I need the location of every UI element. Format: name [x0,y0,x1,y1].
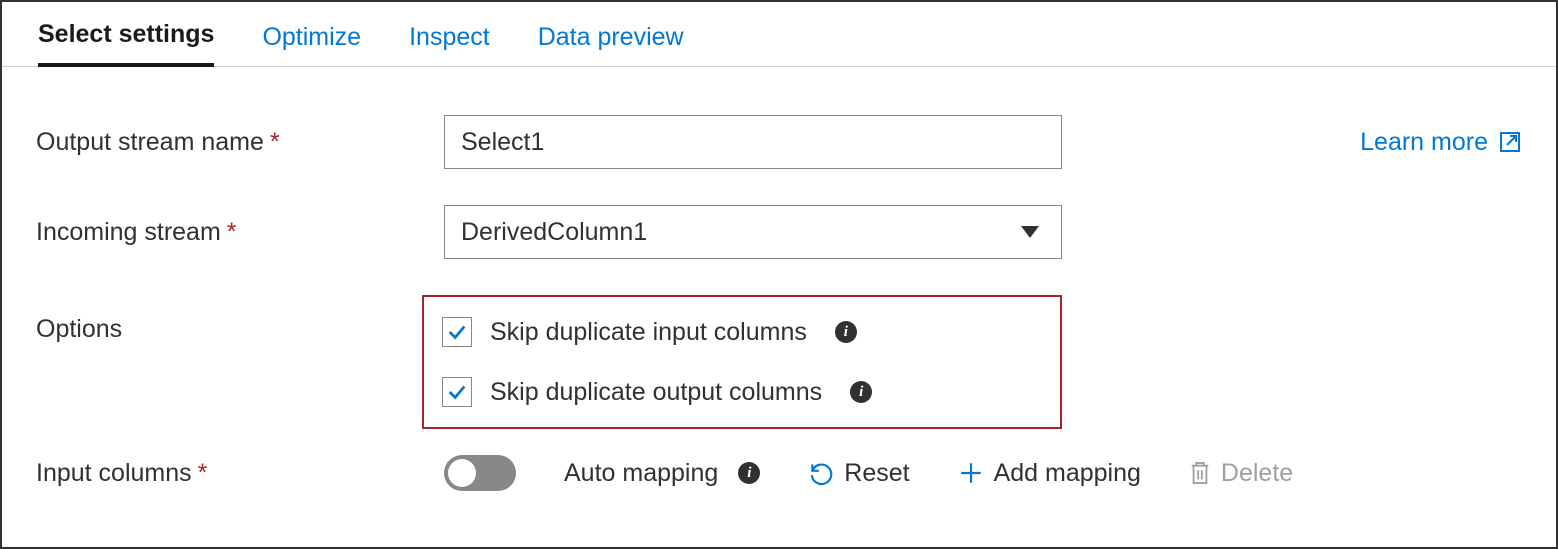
row-output-stream-name: Output stream name* Learn more [36,115,1522,169]
skip-dup-output-checkbox[interactable] [442,377,472,407]
option-label: Skip duplicate output columns [490,378,822,407]
check-icon [446,381,468,403]
plus-icon [958,460,984,486]
tab-bar: Select settings Optimize Inspect Data pr… [2,2,1556,67]
incoming-stream-select[interactable]: DerivedColumn1 [444,205,1062,259]
check-icon [446,321,468,343]
input-columns-actions: Auto mapping i Reset Add mapping [444,455,1293,491]
auto-mapping-label-group: Auto mapping i [564,459,760,488]
label-text: Incoming stream [36,218,221,246]
toggle-knob-icon [448,459,476,487]
option-skip-dup-input: Skip duplicate input columns i [442,317,920,347]
info-icon[interactable]: i [835,321,857,343]
label-output-stream-name: Output stream name* [36,128,444,157]
options-highlight: Skip duplicate input columns i Skip dupl… [422,295,1062,429]
tab-select-settings[interactable]: Select settings [38,20,214,67]
required-asterisk-icon: * [198,459,208,487]
label-text: Input columns [36,459,192,487]
add-mapping-label: Add mapping [994,459,1141,488]
reset-button[interactable]: Reset [808,459,909,488]
learn-more-text: Learn more [1360,128,1488,157]
external-link-icon [1498,130,1522,154]
label-incoming-stream: Incoming stream* [36,218,444,247]
output-stream-name-input[interactable] [444,115,1062,169]
tab-data-preview[interactable]: Data preview [538,23,684,66]
tab-inspect[interactable]: Inspect [409,23,490,66]
select-value: DerivedColumn1 [461,218,647,247]
chevron-down-icon [1021,226,1039,238]
reset-icon [808,460,834,486]
auto-mapping-label: Auto mapping [564,459,718,488]
learn-more-link[interactable]: Learn more [1360,128,1522,157]
option-label: Skip duplicate input columns [490,318,807,347]
form-body: Output stream name* Learn more Incoming … [2,67,1556,491]
label-input-columns: Input columns* [36,459,444,488]
info-icon[interactable]: i [850,381,872,403]
row-incoming-stream: Incoming stream* DerivedColumn1 [36,205,1522,259]
info-icon[interactable]: i [738,462,760,484]
row-options: Options Skip duplicate input columns i [36,295,1522,429]
required-asterisk-icon: * [227,218,237,246]
delete-button[interactable]: Delete [1189,459,1293,488]
label-text: Output stream name [36,128,264,156]
trash-icon [1189,460,1211,486]
reset-label: Reset [844,459,909,488]
option-skip-dup-output: Skip duplicate output columns i [442,377,920,407]
select-settings-panel: Select settings Optimize Inspect Data pr… [0,0,1558,549]
label-options: Options [36,295,444,344]
delete-label: Delete [1221,459,1293,488]
required-asterisk-icon: * [270,128,280,156]
tab-optimize[interactable]: Optimize [262,23,361,66]
label-text: Options [36,315,122,343]
auto-mapping-toggle[interactable] [444,455,516,491]
add-mapping-button[interactable]: Add mapping [958,459,1141,488]
row-input-columns: Input columns* Auto mapping i Reset [36,455,1522,491]
skip-dup-input-checkbox[interactable] [442,317,472,347]
